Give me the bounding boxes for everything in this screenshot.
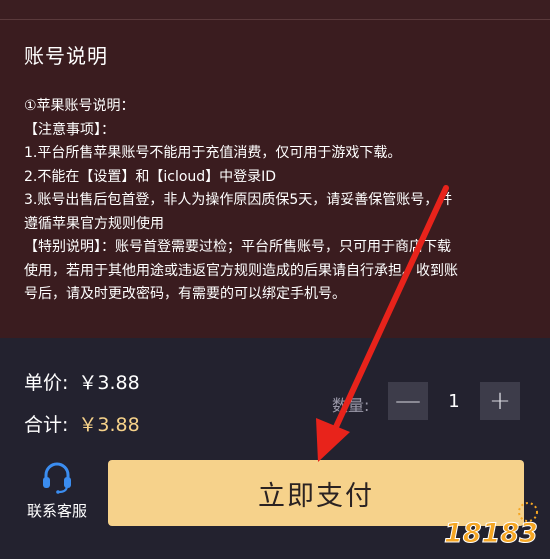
top-strip bbox=[0, 0, 550, 20]
quantity-value[interactable]: 1 bbox=[428, 382, 480, 420]
quantity-increase-button[interactable]: + bbox=[480, 382, 520, 420]
quantity-decrease-button[interactable]: — bbox=[388, 382, 428, 420]
total-price-label: 合计: bbox=[24, 414, 69, 436]
desc-line: ①苹果账号说明： bbox=[24, 98, 135, 114]
desc-line: 使用，若用于其他用途或违返官方规则造成的后果请自行承担。收到账 bbox=[24, 262, 458, 279]
total-price-row: 合计: ￥3.88 bbox=[24, 410, 140, 437]
desc-line: 遵循苹果官方规则使用 bbox=[24, 215, 164, 232]
contact-service-label: 联系客服 bbox=[26, 502, 87, 520]
desc-line: 【注意事项】： bbox=[24, 121, 115, 138]
quantity-stepper: — 1 + bbox=[388, 382, 520, 420]
unit-price-label: 单价: bbox=[24, 372, 69, 394]
desc-line: 号后，请及时更改密码，有需要的可以绑定手机号。 bbox=[24, 286, 346, 302]
panel-title: 账号说明 bbox=[24, 44, 108, 68]
headset-icon bbox=[43, 462, 71, 494]
unit-price-row: 单价: ￥3.88 bbox=[24, 368, 140, 395]
desc-line: 【特别说明】：账号首登需要过检；平台所售账号，只可用于商店下载 bbox=[24, 239, 451, 255]
site-watermark-logo: 18183 bbox=[444, 502, 538, 550]
total-price-value: ￥3.88 bbox=[78, 414, 140, 436]
unit-price-value: ￥3.88 bbox=[78, 372, 140, 394]
desc-line: 1.平台所售苹果账号不能用于充值消费，仅可用于游戏下载。 bbox=[24, 145, 402, 161]
account-description-panel: 账号说明 ①苹果账号说明： 【注意事项】： 1.平台所售苹果账号不能用于充值消费… bbox=[0, 20, 550, 338]
quantity-label: 数量: bbox=[332, 396, 370, 415]
contact-service-button[interactable]: 联系客服 bbox=[20, 460, 94, 521]
desc-line: 3.账号出售后包首登，非人为操作原因质保5天，请妥善保管账号，并 bbox=[24, 192, 453, 208]
desc-line: 2.不能在【设置】和【icloud】中登录ID bbox=[24, 168, 277, 185]
watermark-text: 18183 bbox=[444, 518, 538, 549]
